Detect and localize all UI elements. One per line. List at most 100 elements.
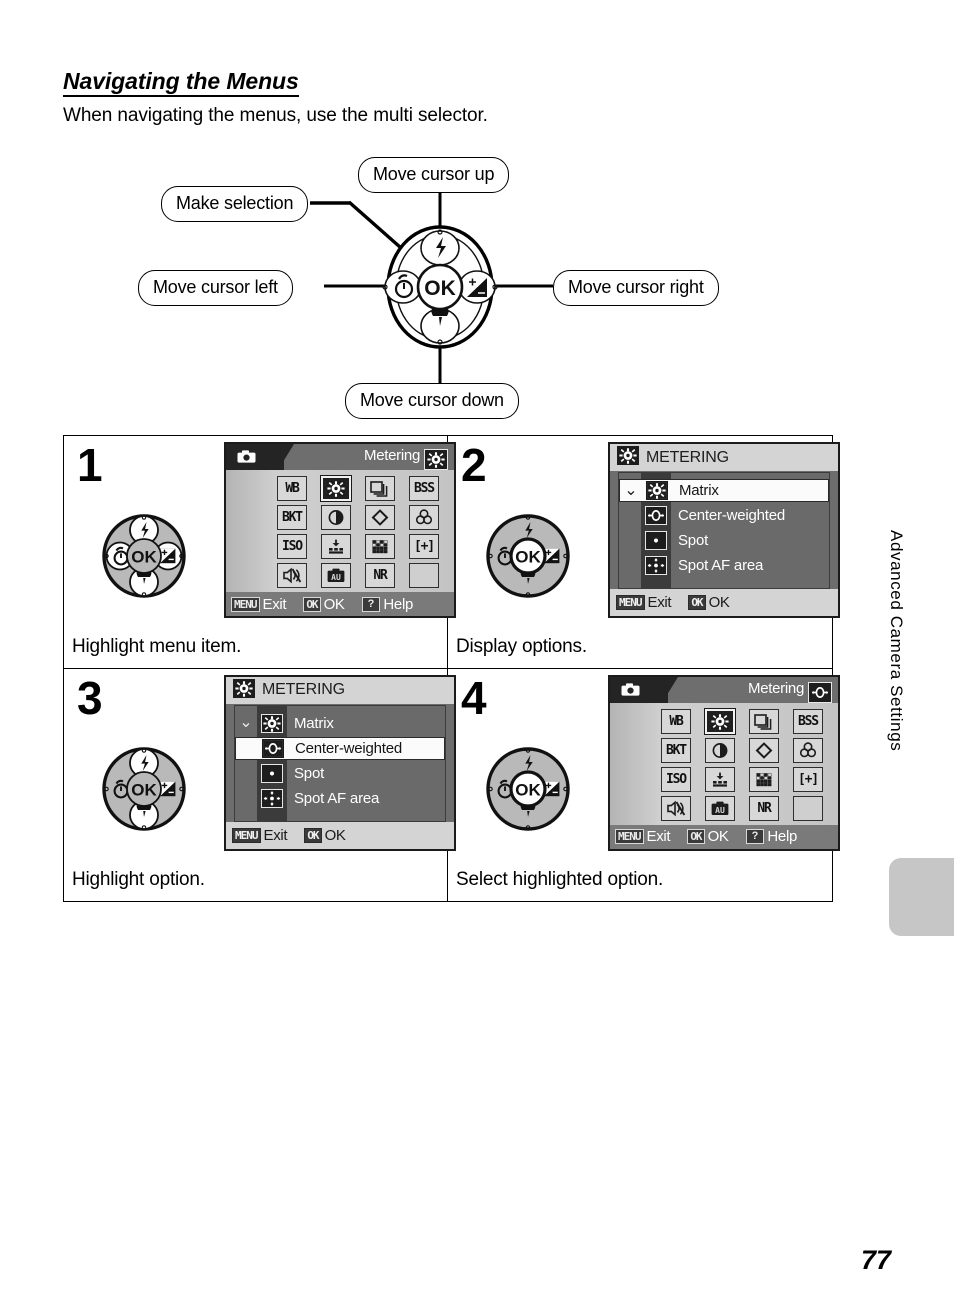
lcd-option-row[interactable]: Center-weighted xyxy=(235,736,445,760)
lcd-option-row[interactable]: ⌄ Matrix xyxy=(235,712,445,735)
lcd-grid-cell-box-auto-bracket-icon[interactable]: AU xyxy=(321,563,351,588)
lcd-grid-cell-box-WB[interactable]: WB xyxy=(661,708,691,734)
multi-selector-diagram: OK Move cursor up Make selection Move cu… xyxy=(63,150,893,420)
lcd-option-row[interactable]: Center-weighted xyxy=(619,504,829,527)
lcd-grid-cell-box-color-options-icon[interactable] xyxy=(793,737,823,763)
lcd-grid-cell[interactable]: BKT xyxy=(654,736,698,765)
dial-ok-button[interactable]: OK xyxy=(126,538,162,574)
lcd-grid-cell-box-image-adjust-icon[interactable] xyxy=(365,534,395,559)
lcd-grid-cell-box-[+][interactable]: [+] xyxy=(409,534,439,559)
lcd-grid-cell-label: ISO xyxy=(666,771,687,787)
step-multi-selector[interactable]: OK xyxy=(96,737,192,846)
multi-selector-dial[interactable]: OK xyxy=(480,737,576,841)
camera-lcd-screen: Metering WB BSS BKT ISO [+] AU NR MENU Exit OK OK? H… xyxy=(224,442,456,618)
lcd-key-ok: OK xyxy=(303,596,321,612)
lcd-key-menu: MENU xyxy=(616,595,645,610)
lcd-grid-cell[interactable]: ISO xyxy=(270,532,314,561)
lcd-grid-cell-box-BSS[interactable]: BSS xyxy=(409,476,439,501)
lcd-grid-cell-box-ISO[interactable]: ISO xyxy=(277,534,307,559)
lcd-grid-cell-box-color-options-icon[interactable] xyxy=(409,505,439,530)
dial-ok-button[interactable]: OK xyxy=(126,770,162,807)
lcd-grid-cell[interactable] xyxy=(402,503,446,532)
lcd-grid-cell-box-BKT[interactable]: BKT xyxy=(661,737,691,763)
lcd-grid-cell-box-auto-bracket-icon[interactable]: AU xyxy=(705,795,735,821)
lcd-grid-cell[interactable]: WB xyxy=(654,707,698,736)
lcd-grid-cell[interactable]: ISO xyxy=(654,765,698,794)
lcd-grid-cell[interactable] xyxy=(742,765,786,794)
multi-selector-dial[interactable]: OK xyxy=(96,737,192,841)
lcd-grid-cell[interactable] xyxy=(314,474,358,503)
lcd-grid-cell-box-sharpness-icon[interactable] xyxy=(365,505,395,530)
lcd-grid-cell[interactable] xyxy=(742,707,786,736)
lcd-grid-cell[interactable]: AU xyxy=(698,794,742,823)
lcd-key-ok: OK xyxy=(688,595,706,610)
lcd-grid-cell-box-matrix-metering-icon[interactable] xyxy=(320,475,352,502)
lcd-grid-cell-label: WB xyxy=(285,481,299,496)
lcd-grid-cell[interactable] xyxy=(402,561,446,590)
lcd-grid-cell[interactable] xyxy=(314,532,358,561)
lcd-grid-cell-box-ISO[interactable]: ISO xyxy=(661,766,691,792)
lcd-option-label: Center-weighted xyxy=(295,739,403,757)
lcd-grid-cell-box-[+][interactable]: [+] xyxy=(793,766,823,792)
lcd-grid-cell-box-image-adjust-icon[interactable] xyxy=(749,766,779,792)
lcd-grid-cell[interactable] xyxy=(358,532,402,561)
lcd-grid-cell-box-sound-off-icon[interactable] xyxy=(661,795,691,821)
step-multi-selector[interactable]: OK xyxy=(96,504,192,613)
step-multi-selector[interactable]: OK xyxy=(480,737,576,846)
lcd-grid-cell-box-continuous-icon[interactable] xyxy=(749,708,779,734)
lcd-grid-cell-box-empty[interactable] xyxy=(793,795,823,821)
lcd-option-row[interactable]: ⌄ Matrix xyxy=(619,479,829,502)
lcd-grid-cell-box-empty[interactable] xyxy=(409,563,439,588)
lcd-option-row[interactable]: Spot AF area xyxy=(619,554,829,577)
lcd-grid-cell[interactable]: BKT xyxy=(270,503,314,532)
lcd-grid-cell-box-contrast-icon[interactable] xyxy=(321,505,351,530)
lcd-grid-cell[interactable]: AU xyxy=(314,561,358,590)
lcd-grid-cell[interactable] xyxy=(698,707,742,736)
lcd-grid-cell-box-NR[interactable]: NR xyxy=(365,563,395,588)
lcd-option-row[interactable]: Spot xyxy=(235,762,445,785)
lcd-grid-cell[interactable]: BSS xyxy=(402,474,446,503)
dial-ok-button[interactable]: OK xyxy=(509,769,547,808)
lcd-grid-cell[interactable]: BSS xyxy=(786,707,830,736)
lcd-grid-cell-label: ISO xyxy=(282,539,303,554)
multi-selector-dial[interactable]: OK xyxy=(96,504,192,608)
lcd-grid-cell-box-sound-off-icon[interactable] xyxy=(277,563,307,588)
lcd-grid-cell[interactable] xyxy=(698,736,742,765)
lcd-grid-cell[interactable]: NR xyxy=(742,794,786,823)
lcd-grid-cell-box-NR[interactable]: NR xyxy=(749,795,779,821)
step-multi-selector[interactable]: OK xyxy=(480,504,576,613)
lcd-grid-cell[interactable]: [+] xyxy=(786,765,830,794)
lcd-grid-cell-box-sharpness-icon[interactable] xyxy=(749,737,779,763)
section-heading-block: Navigating the Menus When navigating the… xyxy=(63,68,763,128)
camera-mode-icon xyxy=(621,682,640,696)
lcd-grid-cell[interactable] xyxy=(270,561,314,590)
lcd-grid-cell[interactable] xyxy=(786,736,830,765)
multi-selector-dial[interactable]: OK xyxy=(480,504,576,608)
lcd-grid-cell-box-BKT[interactable]: BKT xyxy=(277,505,307,530)
spot-metering-icon xyxy=(257,763,287,783)
lcd-grid-cell-box-WB[interactable]: WB xyxy=(277,476,307,501)
lcd-grid-cell[interactable] xyxy=(314,503,358,532)
side-tab-label: Advanced Camera Settings xyxy=(887,530,906,752)
lcd-option-row[interactable]: Spot AF area xyxy=(235,787,445,810)
lcd-option-row[interactable]: Spot xyxy=(619,529,829,552)
lcd-grid-cell[interactable] xyxy=(698,765,742,794)
lcd-grid-cell[interactable] xyxy=(654,794,698,823)
dial-ok-button[interactable]: OK xyxy=(509,537,547,575)
lcd-grid-cell[interactable] xyxy=(358,503,402,532)
lcd-grid-cell[interactable]: NR xyxy=(358,561,402,590)
lcd-grid-cell[interactable] xyxy=(742,736,786,765)
lcd-grid-cell[interactable]: WB xyxy=(270,474,314,503)
lcd-grid-cell[interactable] xyxy=(358,474,402,503)
lcd-grid-cell-box-continuous-icon[interactable] xyxy=(365,476,395,501)
lcd-option-label: Spot AF area xyxy=(294,789,380,807)
lcd-grid-cell-box-matrix-metering-icon[interactable] xyxy=(704,707,736,735)
lcd-grid-cell-box-saturation-icon[interactable] xyxy=(321,534,351,559)
lcd-grid-cell-box-saturation-icon[interactable] xyxy=(705,766,735,792)
lcd-key-menu: MENU xyxy=(615,829,644,844)
step-lcd: METERING ⌄ Matrix Center-weighted Spot Spot A… xyxy=(608,442,840,618)
lcd-grid-cell[interactable] xyxy=(786,794,830,823)
lcd-grid-cell-box-BSS[interactable]: BSS xyxy=(793,708,823,734)
lcd-grid-cell-box-contrast-icon[interactable] xyxy=(705,737,735,763)
lcd-grid-cell[interactable]: [+] xyxy=(402,532,446,561)
